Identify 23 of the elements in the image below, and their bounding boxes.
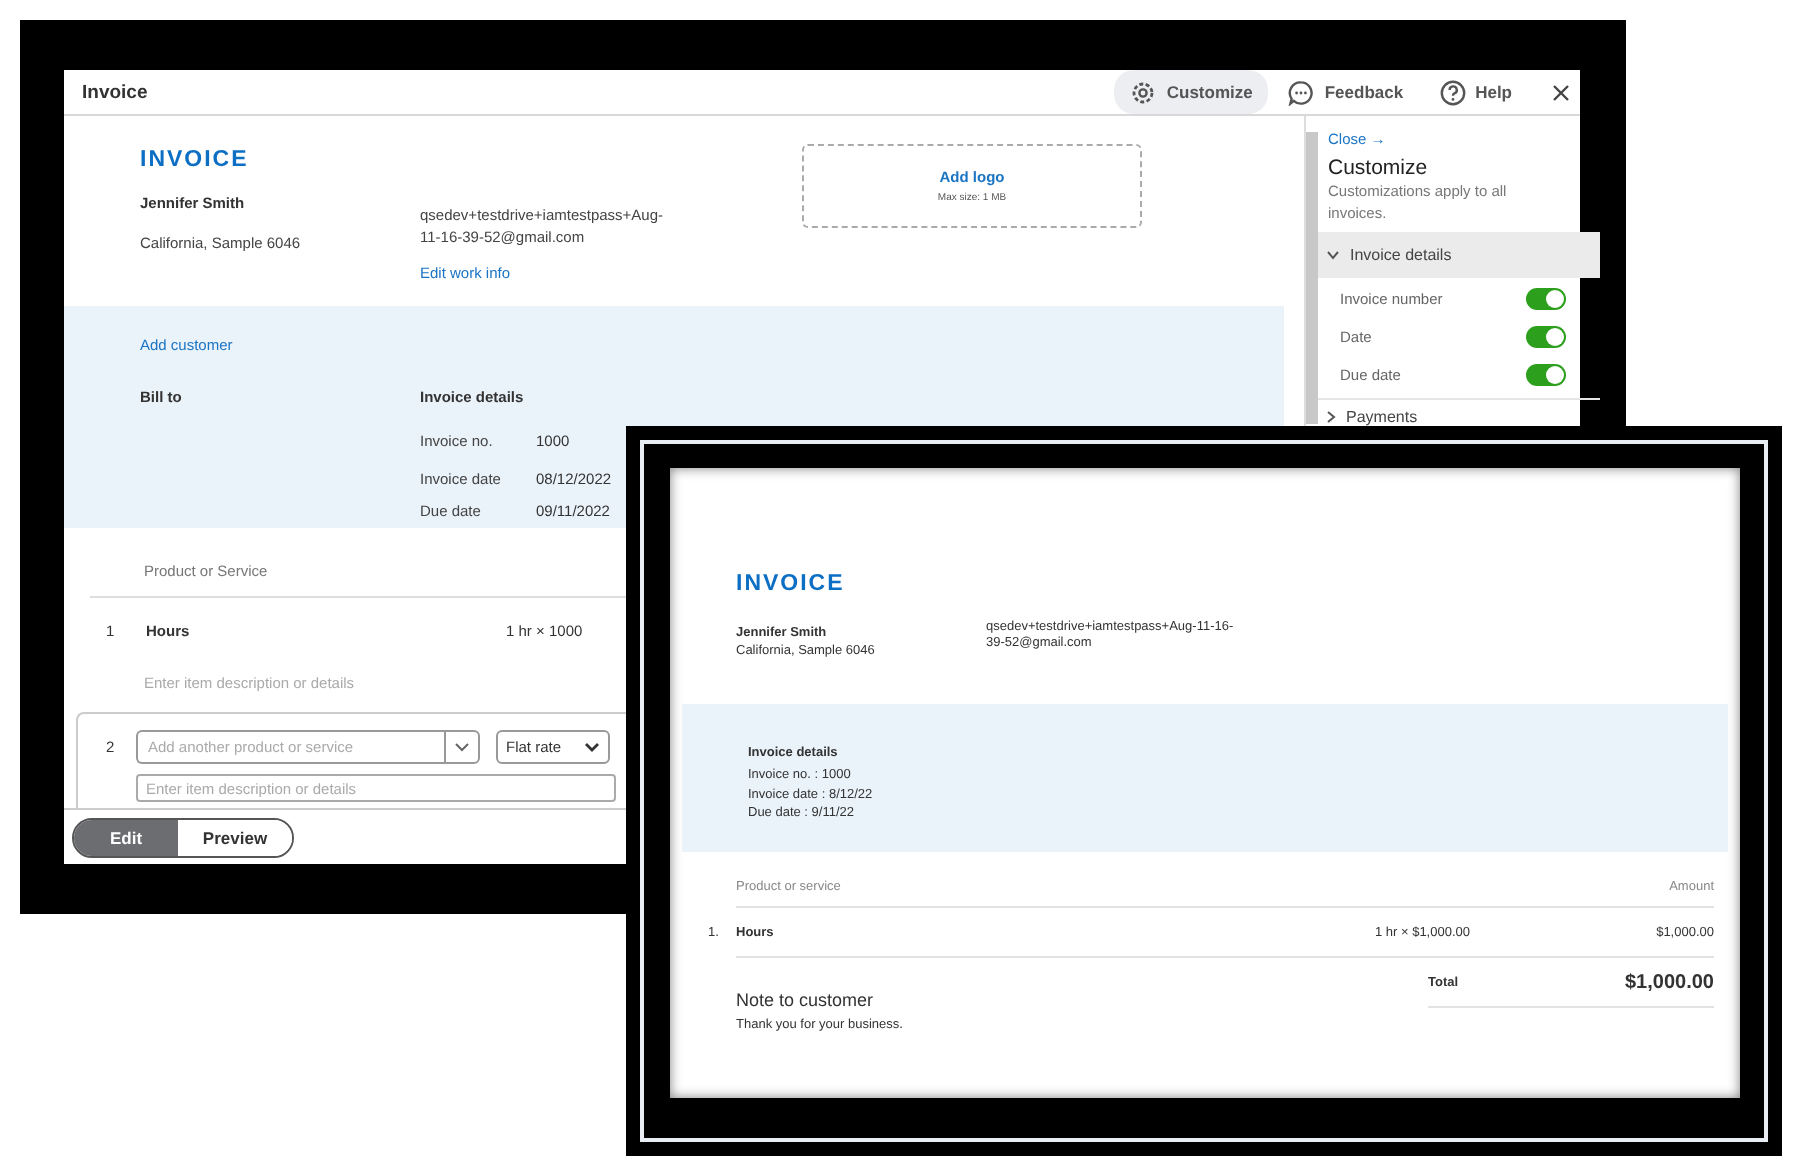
section-header[interactable]: Invoice details [1318,232,1600,278]
gear-icon [1130,79,1157,105]
help-button[interactable]: Help [1423,70,1528,114]
chevron-right-icon [1326,409,1336,423]
customize-button[interactable]: Customize [1114,70,1269,114]
toggle-switch[interactable] [1526,326,1566,348]
toggle-switch[interactable] [1526,288,1566,310]
invoice-heading: INVOICE [140,148,251,172]
feedback-button[interactable]: Feedback [1272,70,1420,114]
total-amount: $1,000.00 [1625,971,1714,993]
help-icon [1439,79,1466,105]
chat-bubble-icon [1288,79,1315,105]
note-heading: Note to customer [736,990,876,1010]
dropdown-button[interactable] [444,730,480,764]
mode-tab[interactable]: Edit [74,819,178,855]
chevron-down-icon [454,742,470,752]
invoice-heading: INVOICE [736,572,847,596]
close-icon [1552,83,1570,101]
window-title: Invoice [82,81,148,103]
chevron-down-icon [584,742,600,752]
chevron-down-icon [1326,249,1340,259]
panel-title: Customize [1328,156,1430,180]
toggle-switch[interactable] [1526,364,1566,386]
